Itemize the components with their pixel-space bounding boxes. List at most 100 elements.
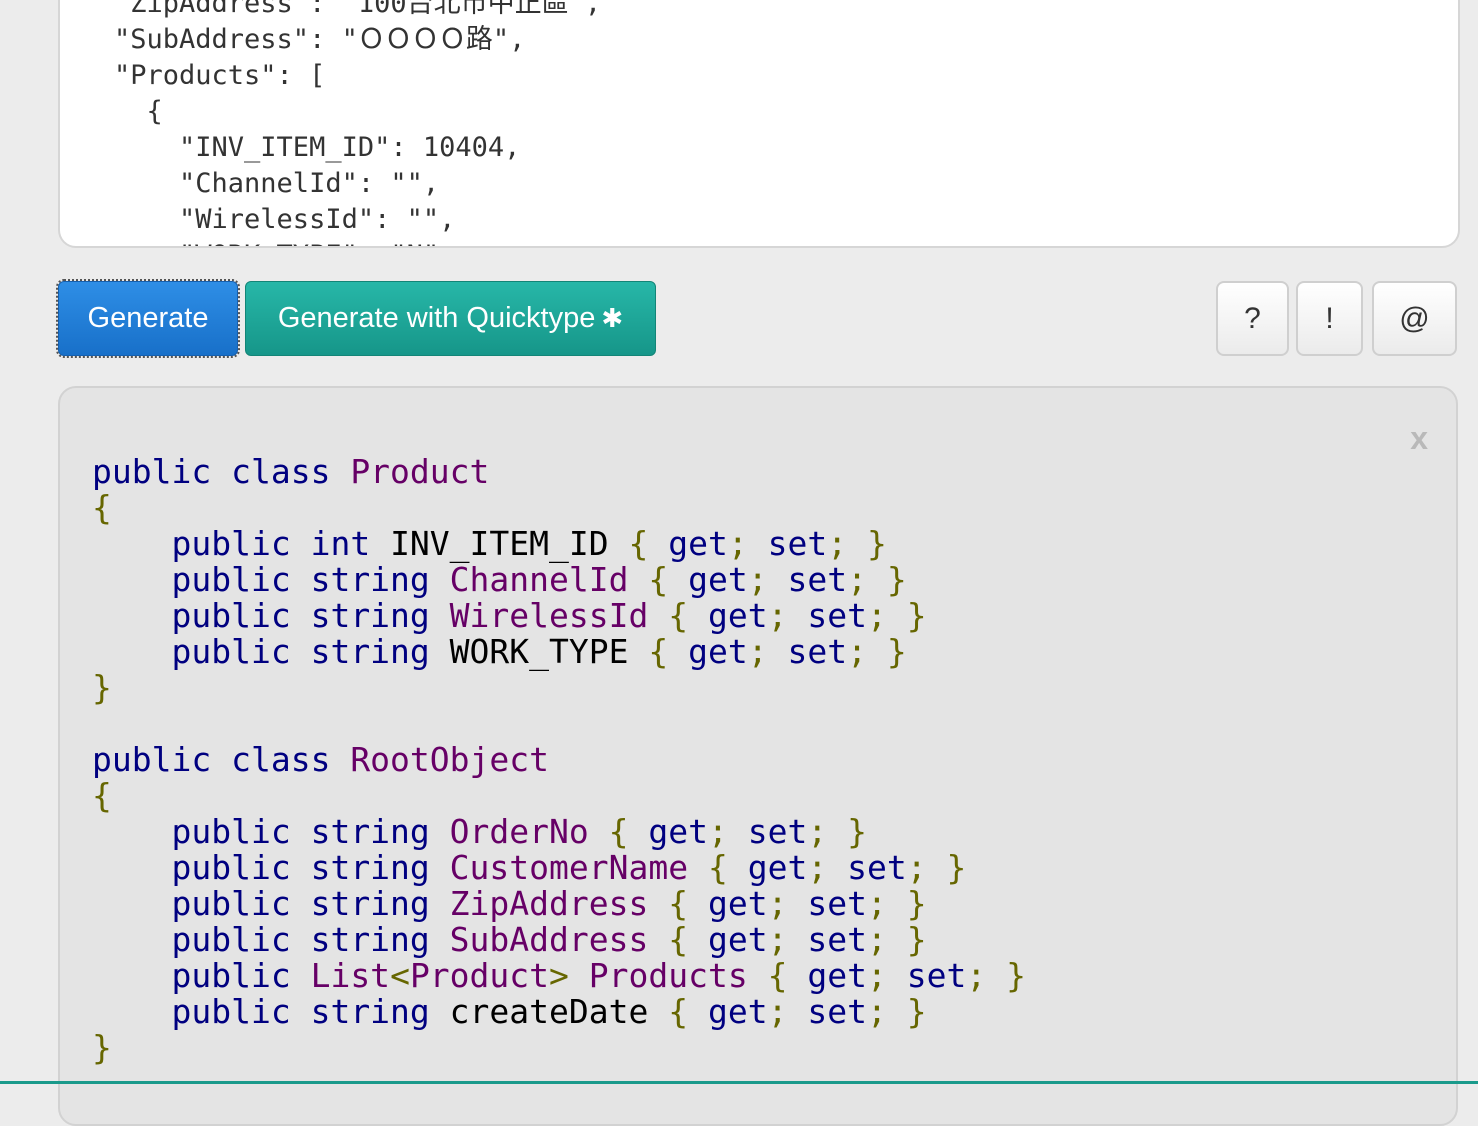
keyword: set (807, 920, 867, 959)
generate-button[interactable]: Generate (56, 279, 240, 358)
property-name: createDate (449, 992, 649, 1031)
brace: } (886, 632, 907, 671)
generated-code: public class Product{ public int INV_ITE… (92, 454, 1026, 1066)
class-declaration: public class RootObject (92, 742, 1026, 778)
punctuation: ; (807, 848, 828, 887)
property-line: public List<Product> Products { get; set… (92, 956, 1026, 995)
property-type: string (310, 812, 430, 851)
property-line: public string ZipAddress { get; set; } (92, 886, 1026, 922)
brace: { (767, 956, 788, 995)
code-line: } (92, 670, 1026, 706)
keyword: get (707, 920, 768, 959)
keyword: set (807, 596, 867, 635)
punctuation: ; (827, 524, 848, 563)
keyword: set (906, 956, 967, 995)
keyword: public (171, 992, 291, 1031)
property-type: Product (409, 956, 550, 995)
keyword: public (171, 920, 291, 959)
brace: } (906, 884, 927, 923)
json-line: "WORK_TYPE": "N" (114, 238, 601, 246)
property-name: ChannelId (449, 560, 629, 599)
property-name: SubAddress (449, 920, 649, 959)
json-line: "SubAddress": "ＯＯＯＯ路", (114, 24, 526, 55)
code-line: { (92, 490, 1026, 526)
json-line: "INV_ITEM_ID": 10404, (114, 132, 521, 163)
punctuation: ; (866, 920, 887, 959)
keyword: public (171, 956, 291, 995)
property-type: string (310, 920, 430, 959)
brace: } (92, 1028, 112, 1067)
contact-button[interactable]: @ (1372, 281, 1457, 356)
keyword: get (747, 848, 808, 887)
keyword: set (787, 560, 848, 599)
punctuation: ; (767, 596, 788, 635)
property-type: string (310, 848, 430, 887)
keyword: public (92, 740, 212, 779)
property-name: WirelessId (449, 596, 649, 635)
brace: } (906, 992, 927, 1031)
brace: { (92, 488, 112, 527)
property-line: public string ChannelId { get; set; } (92, 562, 1026, 598)
keyword: public (171, 524, 291, 563)
json-input-area[interactable]: "ZipAddress": "100台北市中正區", "SubAddress": … (58, 0, 1460, 248)
keyword: public (171, 884, 291, 923)
punctuation: ; (807, 812, 828, 851)
keyword: set (807, 992, 867, 1031)
punctuation: ; (866, 956, 887, 995)
property-line: public string OrderNo { get; set; } (92, 814, 1026, 850)
property-line: public string WirelessId { get; set; } (92, 598, 1026, 634)
punctuation: < (390, 956, 410, 995)
property-name: OrderNo (449, 812, 589, 851)
keyword: public (171, 812, 291, 851)
brace: } (906, 596, 927, 635)
brace: { (648, 632, 669, 671)
info-button-label: ! (1325, 301, 1334, 335)
code-line: { (92, 778, 1026, 814)
generate-quicktype-button[interactable]: Generate with Quicktype ✱ (245, 281, 656, 356)
brace: } (866, 524, 887, 563)
json-line: { (114, 96, 163, 127)
punctuation: ; (906, 848, 927, 887)
brace: } (1006, 956, 1026, 995)
property-type: string (310, 992, 430, 1031)
brace: { (648, 560, 669, 599)
class-name: Product (350, 452, 490, 491)
keyword: public (171, 632, 291, 671)
property-type: List (310, 956, 391, 995)
help-button[interactable]: ? (1216, 281, 1289, 356)
punctuation: ; (847, 560, 867, 599)
json-input-text: "ZipAddress": "100台北市中正區", "SubAddress": … (114, 0, 601, 246)
keyword: get (688, 632, 748, 671)
info-button[interactable]: ! (1296, 281, 1363, 356)
close-icon[interactable]: x (1410, 420, 1428, 457)
property-type: string (310, 884, 430, 923)
keyword: get (707, 992, 768, 1031)
keyword: set (767, 524, 828, 563)
code-line: } (92, 1030, 1026, 1066)
punctuation: ; (767, 992, 788, 1031)
brace: { (707, 848, 728, 887)
keyword: public (171, 848, 291, 887)
punctuation: ; (866, 992, 887, 1031)
brace: { (668, 992, 689, 1031)
brace: { (608, 812, 629, 851)
keyword: public (171, 560, 291, 599)
brace: } (847, 812, 867, 851)
property-type: string (310, 632, 430, 671)
json-line: "WirelessId": "", (114, 204, 456, 235)
brace: } (886, 560, 907, 599)
output-panel: x public class Product{ public int INV_I… (58, 386, 1458, 1126)
punctuation: ; (707, 812, 728, 851)
punctuation: ; (747, 632, 768, 671)
punctuation: ; (866, 596, 887, 635)
punctuation: ; (847, 632, 867, 671)
property-type: string (310, 596, 430, 635)
asterisk-icon: ✱ (601, 303, 624, 333)
property-type: string (310, 560, 430, 599)
bottom-divider (0, 1081, 1478, 1084)
property-name: CustomerName (449, 848, 689, 887)
punctuation: ; (966, 956, 987, 995)
property-line: public string WORK_TYPE { get; set; } (92, 634, 1026, 670)
property-line: public string CustomerName { get; set; } (92, 850, 1026, 886)
